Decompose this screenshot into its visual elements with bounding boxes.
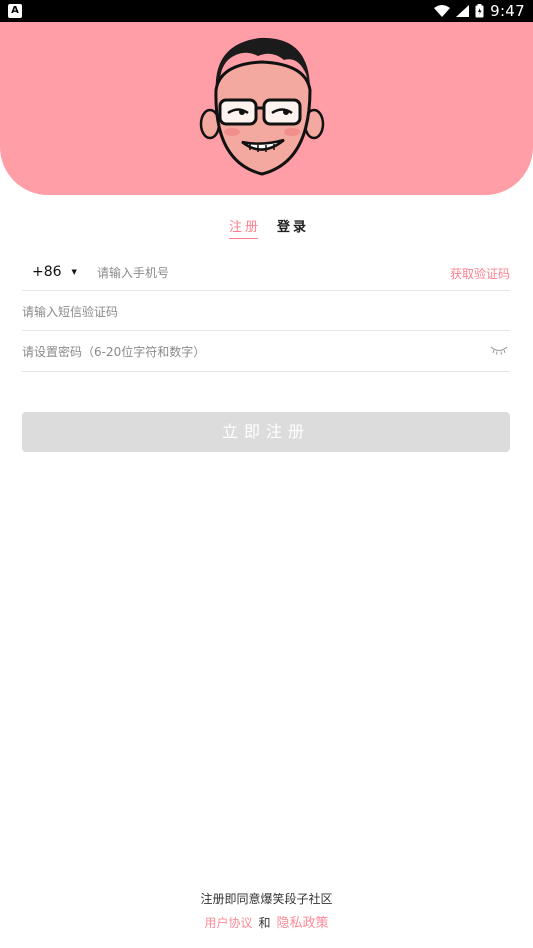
sms-code-row [22, 291, 510, 331]
phone-input[interactable] [97, 263, 397, 283]
password-row [22, 331, 510, 372]
battery-icon [475, 4, 484, 18]
wifi-icon [434, 5, 451, 17]
eye-closed-icon[interactable] [490, 344, 508, 356]
privacy-policy-link[interactable]: 隐私政策 [277, 916, 329, 931]
register-button[interactable]: 立即注册 [22, 412, 510, 452]
country-code-label: +86 [32, 264, 62, 280]
password-input[interactable] [22, 342, 462, 362]
dropdown-caret-icon: ▼ [71, 268, 77, 276]
and-text: 和 [258, 916, 271, 930]
user-agreement-link[interactable]: 用户协议 [204, 916, 252, 930]
header-banner [0, 22, 533, 195]
auth-tabs: 注册 登录 [0, 216, 533, 239]
status-icons: 9:47 [434, 0, 525, 22]
mascot-face-icon [199, 37, 325, 176]
tab-login[interactable]: 登录 [277, 216, 309, 235]
app-notification-icon: A [8, 4, 22, 18]
status-bar: A 9:47 [0, 0, 533, 22]
get-code-button[interactable]: 获取验证码 [450, 265, 510, 282]
tab-register[interactable]: 注册 [229, 216, 261, 239]
country-code-selector[interactable]: +86 ▼ [32, 264, 77, 280]
sms-code-input[interactable] [22, 302, 462, 322]
signal-icon [456, 5, 470, 17]
agreement-text: 注册即同意爆笑段子社区 [200, 892, 333, 906]
status-time: 9:47 [490, 2, 525, 20]
phone-row: +86 ▼ 获取验证码 [22, 252, 510, 291]
agreement-links: 用户协议和隐私政策 [0, 912, 533, 931]
